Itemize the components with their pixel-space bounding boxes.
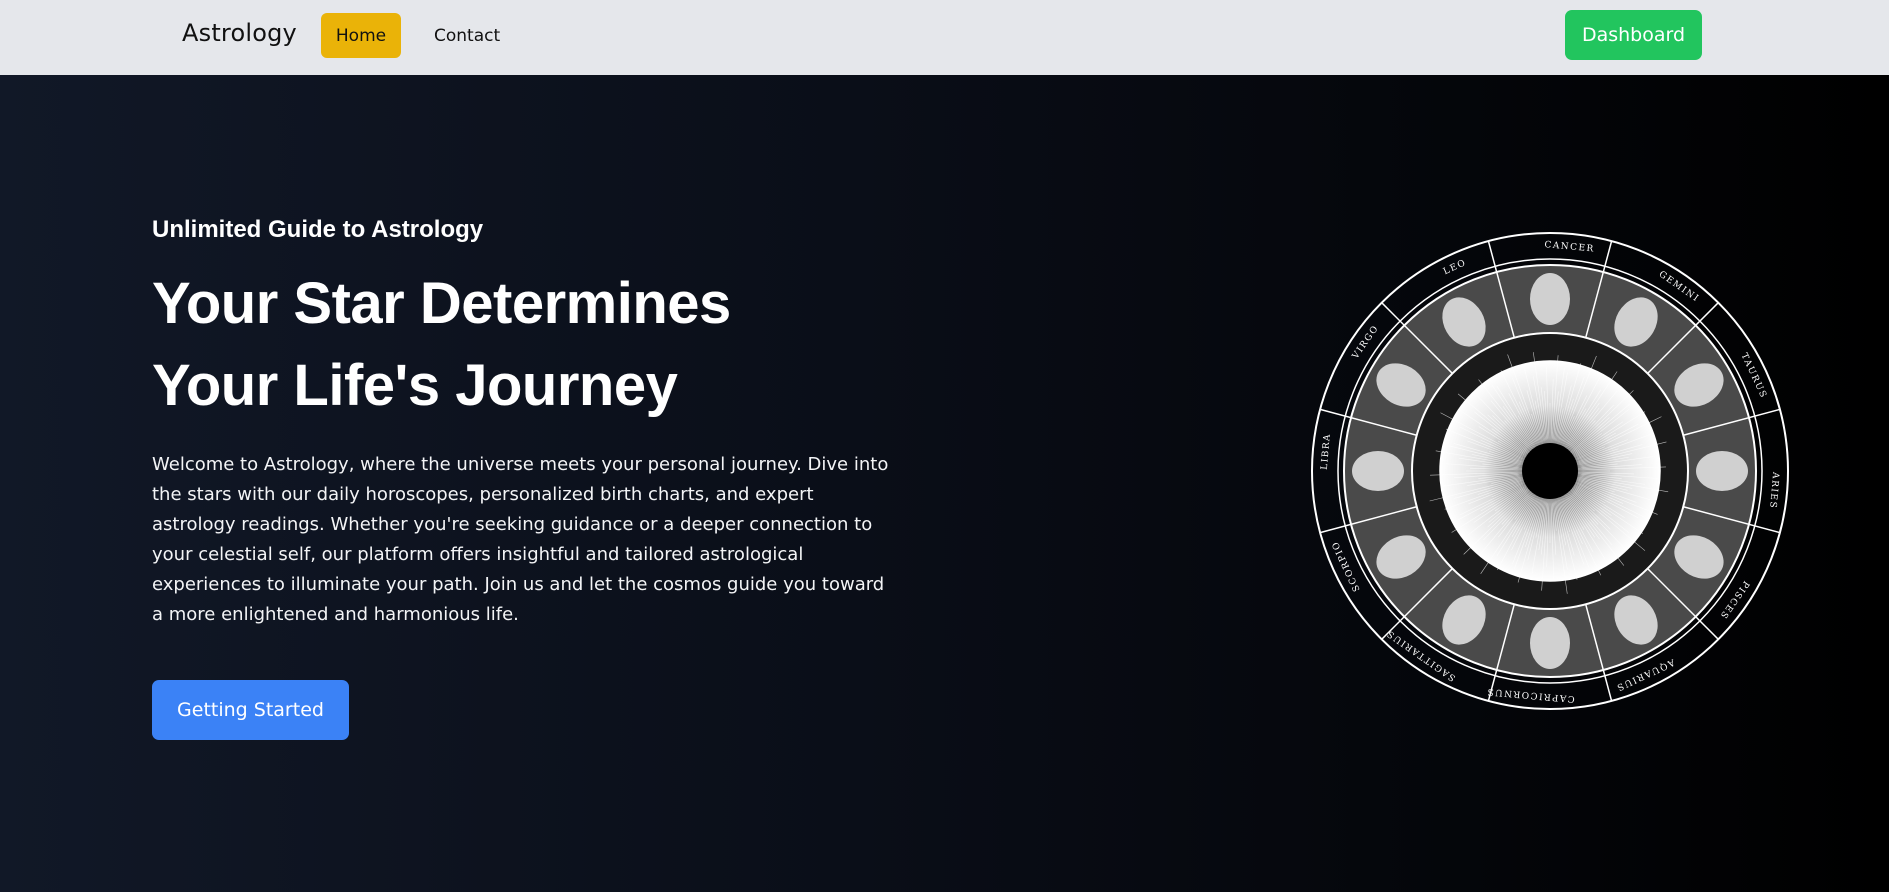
zodiac-figure: [1530, 273, 1570, 325]
brand-logo[interactable]: Astrology: [182, 19, 297, 47]
zodiac-sign-label: VIRGO: [1350, 323, 1381, 361]
headline-line-1: Your Star Determines: [152, 271, 731, 336]
zodiac-sign-label: TAURUS: [1739, 352, 1769, 401]
zodiac-sign-label: ARIES: [1767, 471, 1780, 510]
top-navbar: Astrology Home Contact Dashboard: [0, 0, 1889, 75]
zodiac-sign-label: LIBRA: [1320, 433, 1333, 471]
nav-contact-link[interactable]: Contact: [434, 13, 500, 58]
getting-started-button[interactable]: Getting Started: [152, 680, 349, 740]
zodiac-figure: [1696, 451, 1748, 491]
hero-description: Welcome to Astrology, where the universe…: [152, 454, 889, 625]
nav-home-button[interactable]: Home: [321, 13, 401, 58]
zodiac-figure: [1530, 617, 1570, 669]
dashboard-button[interactable]: Dashboard: [1565, 10, 1702, 60]
zodiac-wheel-image: CANCERGEMINITAURUSARIESPISCESAQUARIUSCAP…: [1311, 232, 1789, 710]
zodiac-figure: [1352, 451, 1404, 491]
hero-headline: Your Star Determines Your Life's Journey: [152, 263, 852, 427]
zodiac-sign-label: LEO: [1442, 258, 1468, 277]
zodiac-sign-label: CANCER: [1544, 240, 1595, 254]
headline-line-2: Your Life's Journey: [152, 353, 678, 418]
zodiac-sign-label: CAPRICORNUS: [1486, 686, 1575, 704]
hero-eyebrow: Unlimited Guide to Astrology: [152, 216, 484, 243]
hero-section: Unlimited Guide to Astrology Your Star D…: [0, 75, 1889, 892]
